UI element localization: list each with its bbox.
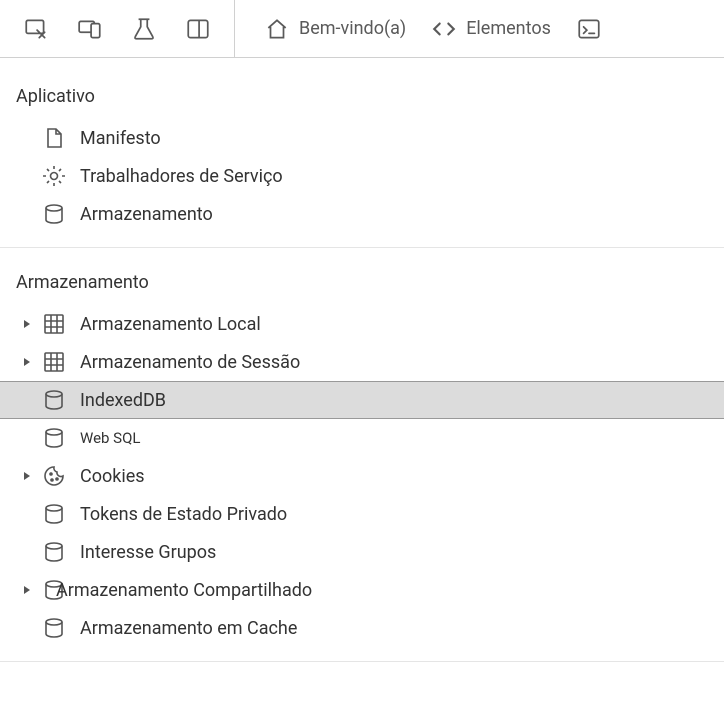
inspect-icon[interactable] [22,15,50,43]
database-icon [40,500,68,528]
tree-label: Web SQL [80,429,140,447]
dock-side-icon[interactable] [184,15,212,43]
tree-item-manifest[interactable]: Manifesto [0,119,724,157]
tree-label: Manifesto [80,128,161,149]
code-icon [430,15,458,43]
tree-label: IndexedDB [80,390,166,411]
tree-label: Armazenamento [80,204,213,225]
tree-item-service-workers[interactable]: Trabalhadores de Serviço [0,157,724,195]
tree-item-indexeddb[interactable]: IndexedDB [0,381,724,419]
file-icon [40,124,68,152]
tree-label: Armazenamento em Cache [80,618,297,639]
gear-icon [40,162,68,190]
database-icon [40,200,68,228]
toolbar-tabs: Bem-vindo(a) Elementos [235,0,631,57]
toolbar-left-group [0,0,235,57]
tab-welcome-label: Bem-vindo(a) [299,18,406,39]
devtools-toolbar: Bem-vindo(a) Elementos [0,0,724,58]
section-storage-header: Armazenamento [0,266,724,305]
database-icon [40,614,68,642]
database-icon [40,538,68,566]
tree-item-storage-overview[interactable]: Armazenamento [0,195,724,233]
tree-item-interest-groups[interactable]: Interesse Grupos [0,533,724,571]
tab-elements[interactable]: Elementos [430,15,551,43]
device-toggle-icon[interactable] [76,15,104,43]
tree-label: Armazenamento Compartilhado [56,580,312,601]
tree-item-cache-storage[interactable]: Armazenamento em Cache [0,609,724,647]
application-panel: Aplicativo Manifesto Trabalhadores de Se… [0,58,724,662]
cookie-icon [40,462,68,490]
experiments-icon[interactable] [130,15,158,43]
database-icon [40,424,68,452]
expand-arrow-icon[interactable] [20,583,34,597]
section-divider [0,247,724,248]
tree-item-private-state-tokens[interactable]: Tokens de Estado Privado [0,495,724,533]
tree-label: Armazenamento Local [80,314,261,335]
tree-item-local-storage[interactable]: Armazenamento Local [0,305,724,343]
tree-label: Trabalhadores de Serviço [80,166,283,187]
expand-arrow-icon[interactable] [20,317,34,331]
tree-label: Interesse Grupos [80,542,216,563]
tab-elements-label: Elementos [466,18,551,39]
section-application-header: Aplicativo [0,80,724,119]
tree-item-session-storage[interactable]: Armazenamento de Sessão [0,343,724,381]
tree-label: Tokens de Estado Privado [80,504,287,525]
grid-icon [40,310,68,338]
tree-item-shared-storage[interactable]: Armazenamento Compartilhado [0,571,724,609]
tree-label: Armazenamento de Sessão [80,352,300,373]
section-divider [0,661,724,662]
home-icon [263,15,291,43]
tree-item-cookies[interactable]: Cookies [0,457,724,495]
expand-arrow-icon[interactable] [20,355,34,369]
console-icon[interactable] [575,15,603,43]
expand-arrow-icon[interactable] [20,469,34,483]
database-icon [40,386,68,414]
tab-welcome[interactable]: Bem-vindo(a) [263,15,406,43]
tree-label: Cookies [80,466,145,487]
grid-icon [40,348,68,376]
tree-item-websql[interactable]: Web SQL [0,419,724,457]
